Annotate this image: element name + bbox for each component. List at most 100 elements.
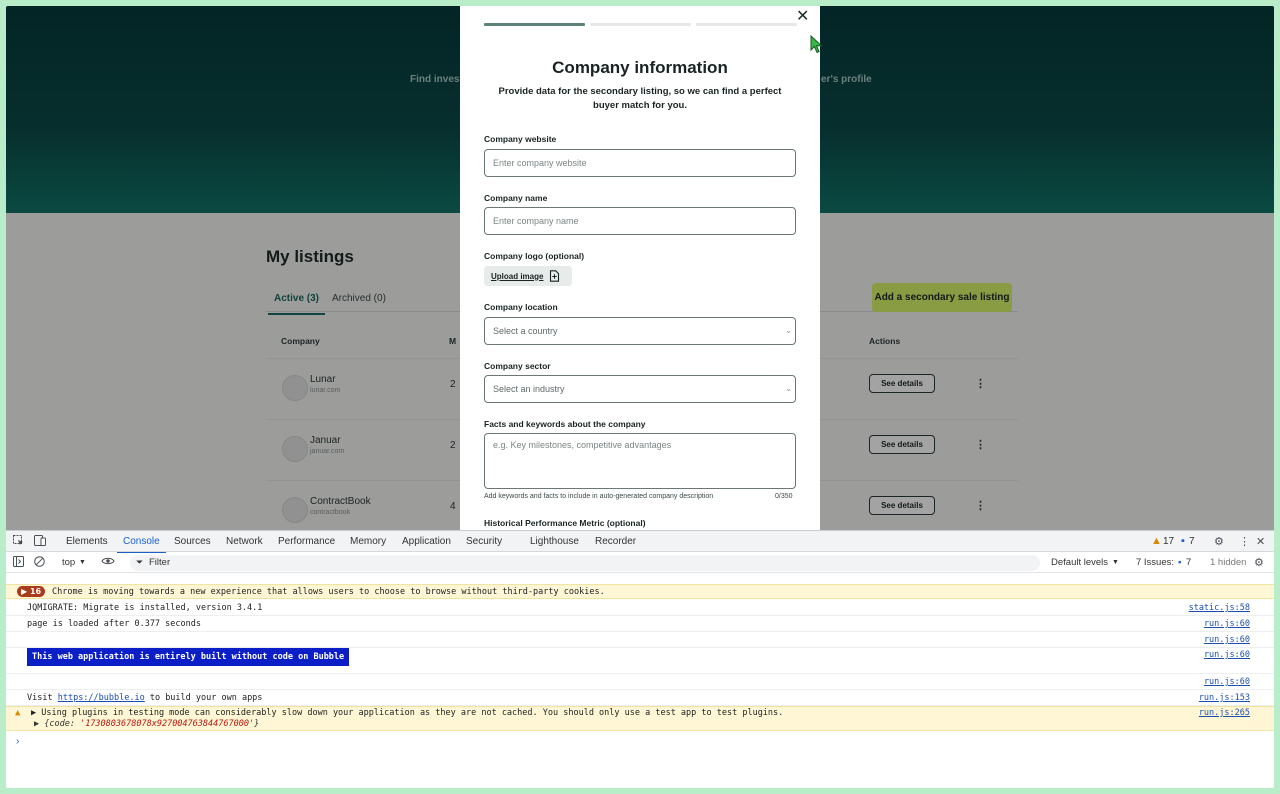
chevron-down-icon: ⌄ — [785, 326, 792, 335]
chevron-down-icon[interactable]: ▼ — [79, 559, 86, 566]
console-message: This web application is entirely built w… — [6, 648, 1274, 674]
upload-file-icon — [550, 270, 560, 282]
tab-performance[interactable]: Performance — [278, 536, 335, 547]
tab-network[interactable]: Network — [226, 536, 263, 547]
company-name-input[interactable] — [484, 207, 796, 235]
log-source-link[interactable]: run.js:60 — [1204, 619, 1250, 629]
log-source-link[interactable]: run.js:265 — [1199, 708, 1250, 718]
chevron-down-icon[interactable]: ▼ — [1112, 559, 1119, 566]
progress-step-1 — [484, 23, 585, 26]
country-select-value: Select a country — [493, 326, 558, 336]
filter-input[interactable]: ⏷ Filter — [130, 555, 1040, 571]
tab-recorder[interactable]: Recorder — [595, 536, 636, 547]
page: Find invest er's profile My listings Act… — [6, 6, 1274, 530]
log-source-link[interactable]: run.js:60 — [1204, 677, 1250, 687]
upload-label: Upload image — [491, 271, 544, 281]
tab-security[interactable]: Security — [466, 536, 502, 547]
progress-step-2 — [590, 23, 691, 26]
message-icon[interactable]: ▪ — [1181, 535, 1185, 547]
console-message: Visit https://bubble.io to build your ow… — [6, 690, 1274, 706]
tab-lighthouse[interactable]: Lighthouse — [530, 536, 579, 547]
browser-frame: Find invest er's profile My listings Act… — [6, 6, 1274, 788]
object-key: {code: — [44, 719, 81, 729]
device-toggle-icon[interactable] — [34, 535, 46, 549]
logo-label: Company logo (optional) — [484, 251, 585, 261]
log-text: Chrome is moving towards a new experienc… — [52, 587, 605, 597]
log-text: JQMIGRATE: Migrate is installed, version… — [27, 603, 263, 613]
console-warning: ▲ ▶ Using plugins in testing mode can co… — [6, 706, 1274, 731]
object-close: } — [254, 719, 260, 729]
metric-label: Historical Performance Metric (optional) — [484, 518, 646, 528]
filter-placeholder: Filter — [149, 557, 171, 568]
bubble-badge: This web application is entirely built w… — [27, 648, 350, 666]
log-text: page is loaded after 0.377 seconds — [27, 619, 201, 629]
hidden-count: 1 hidden — [1210, 557, 1247, 568]
issues-label[interactable]: 7 Issues: — [1136, 557, 1174, 568]
context-select[interactable]: top — [62, 557, 75, 568]
facts-help-text: Add keywords and facts to include in aut… — [484, 493, 714, 500]
log-text: Visit https://bubble.io to build your ow… — [27, 693, 262, 703]
log-text-suffix: to build your own apps — [144, 693, 263, 703]
log-source-link[interactable]: static.js:58 — [1189, 603, 1250, 613]
messages-count[interactable]: 7 — [1189, 536, 1195, 547]
name-label: Company name — [484, 193, 548, 203]
mouse-cursor-icon — [810, 35, 823, 54]
log-levels-select[interactable]: Default levels — [1051, 557, 1108, 568]
facts-label: Facts and keywords about the company — [484, 419, 646, 429]
console-message: run.js:60 — [6, 632, 1274, 648]
warning-icon[interactable]: ▲ — [1151, 535, 1162, 547]
facts-textarea[interactable] — [484, 433, 796, 489]
website-input[interactable] — [484, 149, 796, 177]
close-devtools-icon[interactable]: ✕ — [1256, 535, 1265, 548]
website-label: Company website — [484, 134, 557, 144]
char-counter: 0/350 — [775, 493, 793, 500]
close-icon[interactable]: ✕ — [796, 6, 809, 26]
warning-icon: ▲ — [15, 708, 21, 718]
message-count: 16 — [29, 587, 42, 596]
warnings-count[interactable]: 17 — [1163, 536, 1174, 547]
log-object[interactable]: ▶ {code: '1730803678078x9270047638447670… — [34, 719, 259, 729]
filter-funnel-icon: ⏷ — [136, 557, 144, 567]
console-message: page is loaded after 0.377 seconds run.j… — [6, 616, 1274, 632]
tab-console[interactable]: Console — [117, 536, 166, 554]
upload-image-button[interactable]: Upload image — [484, 266, 572, 286]
console-message: run.js:60 — [6, 674, 1274, 690]
log-text: ▶ Using plugins in testing mode can cons… — [31, 708, 784, 718]
console-prompt-icon[interactable]: › — [16, 736, 19, 747]
warning-text: Using plugins in testing mode can consid… — [41, 708, 784, 718]
message-count-badge[interactable]: ▶ 16 — [17, 586, 46, 597]
chevron-down-icon: ⌄ — [785, 384, 792, 393]
more-options-icon[interactable]: ⋮ — [1239, 535, 1250, 548]
clear-console-icon[interactable] — [34, 556, 45, 570]
log-source-link[interactable]: run.js:60 — [1204, 650, 1250, 660]
bubble-log: This web application is entirely built w… — [27, 648, 350, 666]
tab-memory[interactable]: Memory — [350, 536, 386, 547]
log-source-link[interactable]: run.js:153 — [1199, 693, 1250, 703]
console-message: JQMIGRATE: Migrate is installed, version… — [6, 600, 1274, 616]
tab-application[interactable]: Application — [402, 536, 451, 547]
settings-gear-icon[interactable]: ⚙ — [1214, 535, 1224, 548]
console-settings-icon[interactable]: ⚙ — [1254, 556, 1264, 569]
company-info-modal: ✕ Company information Provide data for t… — [460, 6, 820, 530]
industry-select-value: Select an industry — [493, 384, 565, 394]
console-message: ▶ 16 Chrome is moving towards a new expe… — [6, 584, 1274, 599]
eye-icon[interactable] — [101, 556, 115, 569]
log-source-link[interactable]: run.js:60 — [1204, 635, 1250, 645]
issues-message-icon: ▪ — [1178, 557, 1182, 568]
tab-elements[interactable]: Elements — [66, 536, 108, 547]
log-text-prefix: Visit — [27, 693, 58, 703]
inspect-icon[interactable] — [13, 535, 24, 549]
console-toolbar: top ▼ ⏷ Filter Default levels ▼ 7 Issues… — [6, 553, 1274, 573]
industry-select[interactable]: Select an industry ⌄ — [484, 375, 796, 403]
modal-title: Company information — [552, 58, 728, 77]
sector-label: Company sector — [484, 361, 551, 371]
bubble-link[interactable]: https://bubble.io — [58, 693, 145, 703]
modal-subtitle: Provide data for the secondary listing, … — [498, 86, 782, 111]
progress-step-3 — [696, 23, 797, 26]
tab-sources[interactable]: Sources — [174, 536, 211, 547]
issues-count[interactable]: 7 — [1186, 557, 1191, 568]
sidebar-toggle-icon[interactable] — [13, 556, 24, 570]
country-select[interactable]: Select a country ⌄ — [484, 317, 796, 345]
location-label: Company location — [484, 302, 558, 312]
object-value: '1730803678078x927004763844767000' — [80, 719, 255, 729]
